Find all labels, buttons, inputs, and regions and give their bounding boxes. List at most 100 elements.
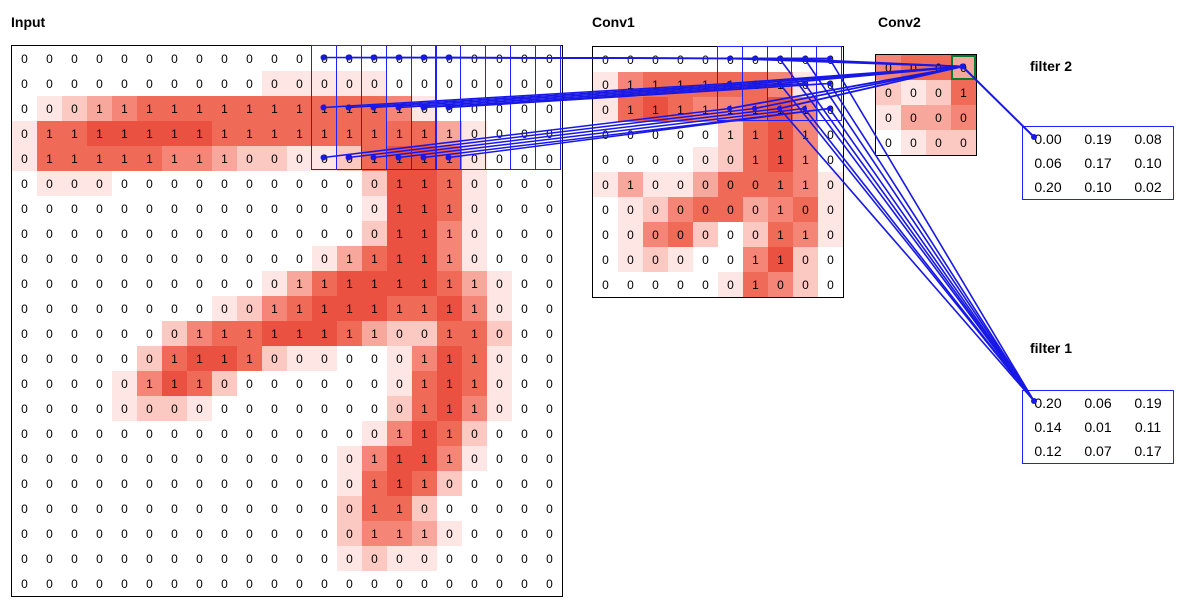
cell: 0 [37, 171, 62, 196]
cell: 0 [62, 471, 87, 496]
cell: 0 [12, 221, 37, 246]
cell: 1 [768, 147, 793, 172]
cell: 0 [62, 546, 87, 571]
cell: 1 [462, 346, 487, 371]
cell: 1 [87, 121, 112, 146]
cell: 0 [818, 172, 843, 197]
cell: 0 [512, 221, 537, 246]
cell: 0 [162, 296, 187, 321]
cell: 0 [287, 446, 312, 471]
cell: 0 [768, 47, 793, 72]
cell: 1 [618, 97, 643, 122]
cell: 0 [437, 496, 462, 521]
cell: 1 [312, 271, 337, 296]
cell: 0 [212, 296, 237, 321]
cell: 0 [187, 196, 212, 221]
cell: 0 [337, 221, 362, 246]
cell: 0 [743, 197, 768, 222]
cell: 0 [462, 96, 487, 121]
cell: 0 [237, 546, 262, 571]
cell: 0 [112, 171, 137, 196]
cell: 0 [12, 421, 37, 446]
cell: 1 [462, 396, 487, 421]
cell: 0 [187, 471, 212, 496]
cell: 0 [512, 446, 537, 471]
cell: 1 [437, 346, 462, 371]
cell: 0 [312, 371, 337, 396]
cell: 0 [287, 371, 312, 396]
cell: 0 [137, 271, 162, 296]
cell: 0 [387, 571, 412, 596]
cell: 0 [237, 521, 262, 546]
cell: 0 [337, 346, 362, 371]
cell: 0 [618, 197, 643, 222]
cell: 0 [718, 272, 743, 297]
cell: 0 [12, 121, 37, 146]
cell: 1 [337, 271, 362, 296]
cell: 0 [137, 471, 162, 496]
cell: 1 [793, 147, 818, 172]
cell: 0 [537, 71, 562, 96]
filter-cell: 0.17 [1073, 151, 1123, 175]
cell: 0 [62, 196, 87, 221]
cell: 0 [87, 171, 112, 196]
filter-cell: 0.00 [1023, 127, 1073, 151]
cell: 0 [262, 171, 287, 196]
cell: 1 [387, 496, 412, 521]
cell: 0 [668, 197, 693, 222]
cell: 0 [12, 471, 37, 496]
cell: 1 [768, 222, 793, 247]
cell: 0 [618, 222, 643, 247]
cell: 0 [162, 446, 187, 471]
cell: 0 [901, 105, 926, 130]
cell: 0 [512, 121, 537, 146]
cell: 0 [487, 446, 512, 471]
cell: 0 [793, 197, 818, 222]
cell: 0 [618, 122, 643, 147]
cell: 0 [901, 80, 926, 105]
cell: 0 [287, 346, 312, 371]
cell: 1 [287, 121, 312, 146]
cell: 0 [462, 446, 487, 471]
cell: 0 [237, 296, 262, 321]
cell: 0 [87, 271, 112, 296]
cell: 0 [12, 296, 37, 321]
cell: 1 [337, 321, 362, 346]
cell: 0 [487, 496, 512, 521]
cell: 0 [187, 571, 212, 596]
filter-cell: 0.08 [1123, 127, 1173, 151]
cell: 0 [137, 221, 162, 246]
cell: 1 [462, 321, 487, 346]
cell: 0 [62, 396, 87, 421]
cell: 0 [818, 247, 843, 272]
cell: 0 [62, 296, 87, 321]
cell: 0 [387, 546, 412, 571]
cell: 0 [437, 471, 462, 496]
cell: 0 [287, 71, 312, 96]
cell: 0 [718, 47, 743, 72]
cell: 1 [137, 371, 162, 396]
input-grid: 0000000000000000000000000000000000000000… [11, 45, 563, 597]
cell: 0 [12, 571, 37, 596]
cell: 1 [768, 172, 793, 197]
cell: 0 [593, 97, 618, 122]
cell: 1 [412, 121, 437, 146]
cell: 0 [262, 546, 287, 571]
cell: 0 [12, 546, 37, 571]
cell: 1 [387, 171, 412, 196]
cell: 0 [137, 296, 162, 321]
cell: 0 [512, 496, 537, 521]
cell: 0 [793, 247, 818, 272]
cell: 0 [62, 46, 87, 71]
cell: 0 [951, 130, 976, 155]
cell: 0 [37, 221, 62, 246]
cell: 1 [437, 121, 462, 146]
cell: 0 [287, 171, 312, 196]
cell: 0 [162, 521, 187, 546]
cell: 0 [237, 471, 262, 496]
cell: 0 [337, 446, 362, 471]
cell: 1 [237, 321, 262, 346]
cell: 1 [643, 72, 668, 97]
cell: 0 [818, 272, 843, 297]
cell: 0 [237, 271, 262, 296]
